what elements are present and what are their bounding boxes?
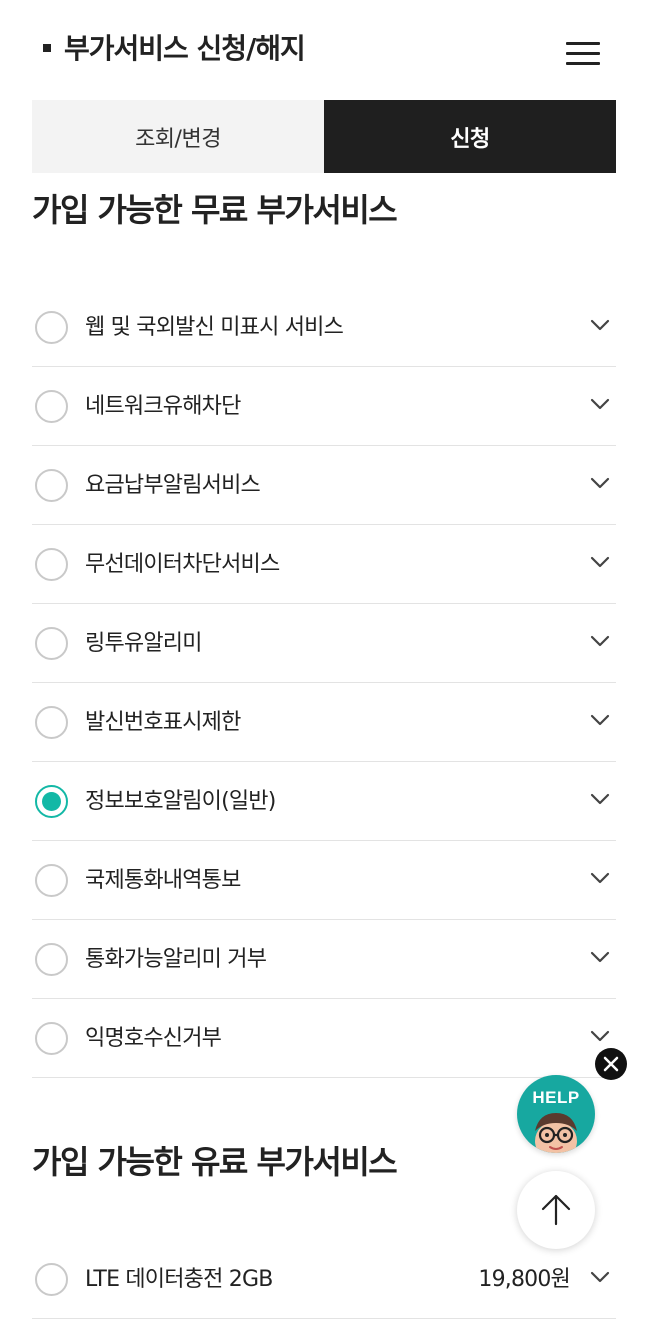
- chevron-down-icon[interactable]: [590, 476, 610, 490]
- service-item[interactable]: 발신번호표시제한: [32, 683, 616, 762]
- service-label: LTE 데이터충전 2GB: [85, 1267, 273, 1292]
- service-radio[interactable]: [35, 943, 68, 976]
- chevron-down-icon[interactable]: [590, 792, 610, 806]
- service-item[interactable]: LTE 데이터충전 2GB 19,800원: [32, 1240, 616, 1319]
- chevron-down-icon[interactable]: [590, 713, 610, 727]
- service-radio[interactable]: [35, 1263, 68, 1296]
- service-item[interactable]: 정보보호알림이(일반): [32, 762, 616, 841]
- help-button[interactable]: HELP: [517, 1075, 595, 1153]
- page-title: 부가서비스 신청/해지: [64, 32, 306, 65]
- close-icon: [603, 1056, 619, 1072]
- service-item[interactable]: 요금납부알림서비스: [32, 446, 616, 525]
- tab-apply[interactable]: 신청: [324, 100, 616, 173]
- chevron-down-icon[interactable]: [590, 318, 610, 332]
- chevron-down-icon[interactable]: [590, 871, 610, 885]
- paid-services-title: 가입 가능한 유료 부가서비스: [32, 1143, 398, 1181]
- service-item[interactable]: 익명호수신거부: [32, 999, 616, 1078]
- tab-bar: 조회/변경 신청: [32, 100, 616, 173]
- service-item[interactable]: 링투유알리미: [32, 604, 616, 683]
- free-services-title: 가입 가능한 무료 부가서비스: [32, 191, 398, 229]
- service-item[interactable]: 네트워크유해차단: [32, 367, 616, 446]
- title-bullet: [43, 44, 51, 52]
- service-radio[interactable]: [35, 390, 68, 423]
- service-item[interactable]: 국제통화내역통보: [32, 841, 616, 920]
- service-label: 국제통화내역통보: [85, 868, 241, 893]
- service-item[interactable]: 무선데이터차단서비스: [32, 525, 616, 604]
- chevron-down-icon[interactable]: [590, 634, 610, 648]
- help-character-icon: [535, 1113, 577, 1153]
- service-label: 무선데이터차단서비스: [85, 552, 280, 577]
- tab-inquiry-change[interactable]: 조회/변경: [32, 100, 324, 173]
- service-label: 통화가능알리미 거부: [85, 947, 267, 972]
- chevron-down-icon[interactable]: [590, 555, 610, 569]
- service-radio[interactable]: [35, 1022, 68, 1055]
- hamburger-menu-icon[interactable]: [566, 42, 600, 66]
- service-radio[interactable]: [35, 469, 68, 502]
- service-label: 웹 및 국외발신 미표시 서비스: [85, 315, 344, 340]
- chevron-down-icon[interactable]: [590, 1029, 610, 1043]
- chevron-down-icon[interactable]: [590, 1270, 610, 1284]
- service-label: 요금납부알림서비스: [85, 473, 261, 498]
- service-label: 네트워크유해차단: [85, 394, 241, 419]
- service-item[interactable]: 통화가능알리미 거부: [32, 920, 616, 999]
- help-close-button[interactable]: [595, 1048, 627, 1080]
- scroll-top-button[interactable]: [517, 1171, 595, 1249]
- arrow-up-icon: [541, 1194, 571, 1226]
- service-radio[interactable]: [35, 706, 68, 739]
- service-item[interactable]: 웹 및 국외발신 미표시 서비스: [32, 288, 616, 367]
- paid-services-list: LTE 데이터충전 2GB 19,800원: [32, 1240, 616, 1319]
- chevron-down-icon[interactable]: [590, 397, 610, 411]
- service-radio[interactable]: [35, 627, 68, 660]
- service-radio[interactable]: [35, 864, 68, 897]
- service-radio[interactable]: [35, 785, 68, 818]
- service-label: 익명호수신거부: [85, 1026, 222, 1051]
- service-radio[interactable]: [35, 548, 68, 581]
- free-services-list: 웹 및 국외발신 미표시 서비스네트워크유해차단요금납부알림서비스무선데이터차단…: [32, 288, 616, 1078]
- chevron-down-icon[interactable]: [590, 950, 610, 964]
- service-price: 19,800원: [478, 1267, 570, 1292]
- service-radio[interactable]: [35, 311, 68, 344]
- page-header: 부가서비스 신청/해지: [0, 0, 648, 100]
- service-label: 발신번호표시제한: [85, 710, 241, 735]
- service-label: 링투유알리미: [85, 631, 202, 656]
- service-label: 정보보호알림이(일반): [85, 789, 276, 814]
